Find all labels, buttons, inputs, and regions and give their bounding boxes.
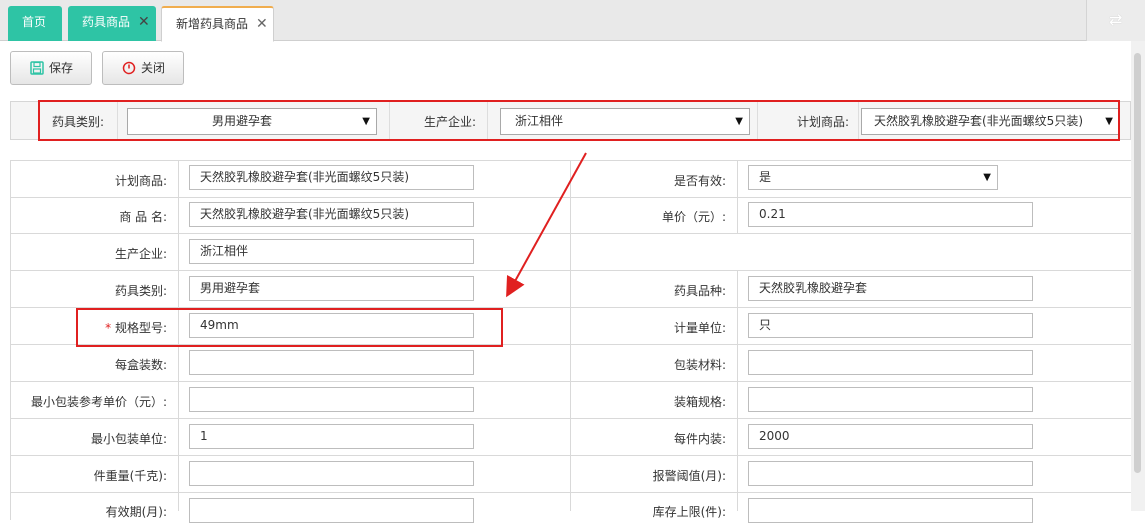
page-scrollbar[interactable] (1131, 41, 1145, 511)
scrollbar-thumb[interactable] (1134, 53, 1141, 473)
annotation-arrow-icon (506, 152, 587, 298)
